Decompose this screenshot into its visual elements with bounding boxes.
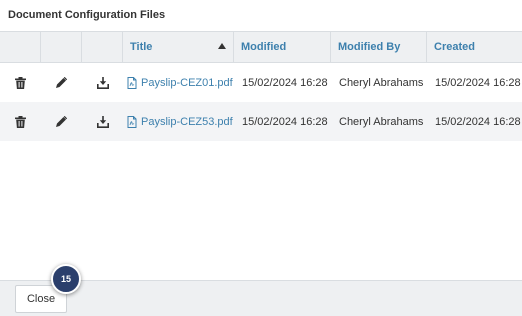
- download-button[interactable]: [82, 63, 123, 102]
- modified-by-cell: Cheryl Abrahams: [339, 76, 424, 89]
- file-title: Payslip-CEZ01.pdf: [141, 76, 233, 89]
- pencil-icon: [56, 77, 67, 88]
- delete-button[interactable]: [0, 63, 41, 102]
- created-cell: 15/02/2024 16:28: [435, 115, 521, 128]
- edit-button[interactable]: [41, 63, 82, 102]
- table-row: Payslip-CEZ01.pdf 15/02/2024 16:28 Chery…: [0, 63, 522, 102]
- header-modified[interactable]: Modified: [234, 32, 331, 62]
- header-title-label: Title: [130, 41, 153, 53]
- dialog-title: Document Configuration Files: [8, 9, 166, 21]
- pdf-file-icon: [127, 115, 137, 128]
- header-download-column: [82, 32, 123, 62]
- trash-icon: [15, 115, 26, 128]
- modified-by-cell: Cheryl Abrahams: [339, 115, 424, 128]
- pencil-icon: [56, 116, 67, 127]
- grid-header-row: Title Modified Modified By Created: [0, 31, 522, 63]
- download-icon: [96, 76, 109, 89]
- download-button[interactable]: [82, 102, 123, 141]
- download-icon: [96, 115, 109, 128]
- file-title: Payslip-CEZ53.pdf: [141, 115, 233, 128]
- header-modified-by[interactable]: Modified By: [331, 32, 427, 62]
- delete-button[interactable]: [0, 102, 41, 141]
- created-cell: 15/02/2024 16:28: [435, 76, 521, 89]
- trash-icon: [15, 76, 26, 89]
- sort-ascending-icon: [218, 43, 226, 49]
- header-delete-column: [0, 32, 41, 62]
- file-title-link[interactable]: Payslip-CEZ01.pdf: [123, 63, 234, 102]
- modified-cell: 15/02/2024 16:28: [242, 76, 328, 89]
- pdf-file-icon: [127, 76, 137, 89]
- step-number-badge: 15: [51, 264, 81, 294]
- table-row: Payslip-CEZ53.pdf 15/02/2024 16:28 Chery…: [0, 102, 522, 141]
- header-edit-column: [41, 32, 82, 62]
- modified-cell: 15/02/2024 16:28: [242, 115, 328, 128]
- file-title-link[interactable]: Payslip-CEZ53.pdf: [123, 102, 234, 141]
- header-created[interactable]: Created: [427, 32, 522, 62]
- documents-grid: Title Modified Modified By Created Paysl…: [0, 31, 522, 141]
- edit-button[interactable]: [41, 102, 82, 141]
- header-title[interactable]: Title: [123, 32, 234, 62]
